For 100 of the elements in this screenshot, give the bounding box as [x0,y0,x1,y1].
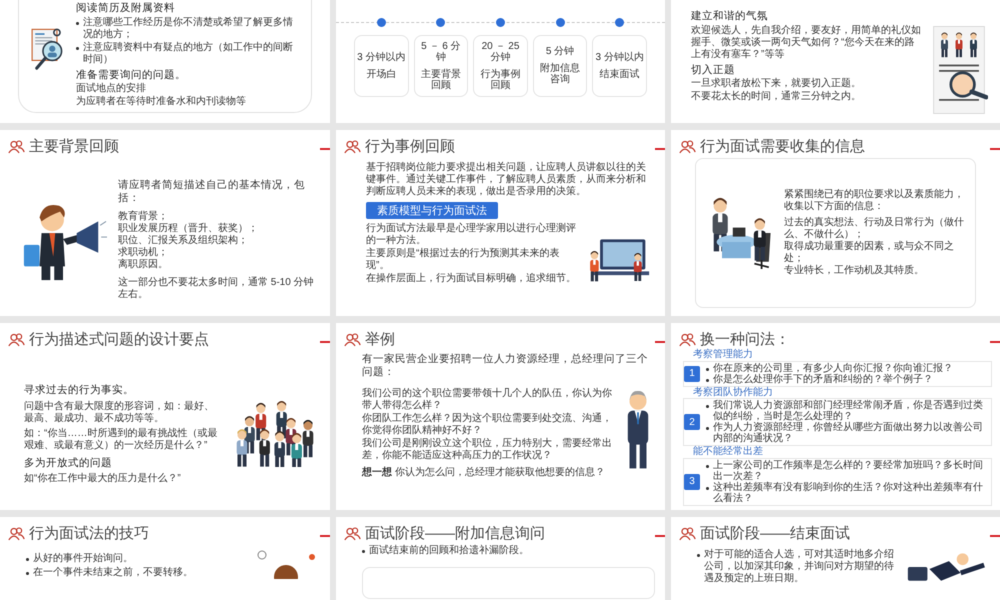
slide-title: 行为描述式问题的设计要点 [29,331,209,349]
paragraph: 为应聘者在等待时准备水和内刊读物等 [76,96,247,108]
paragraph: 如“你在工作中最大的压力是什么？” [24,473,182,486]
people-icon [679,333,696,347]
slide-thumbnail[interactable]: 建立和谐的气氛 欢迎候选人，先自我介绍，要友好，用简单的礼仪如握手、微笑或谈一两句天气如何？“您今天在来的路上有没有塞车？”等等 切入正题 一旦求职者放松下来，就要切入正题。 不要花太长的时间，通常三分钟之内。 [671,0,1000,123]
list-item: 教育背景； [118,211,169,222]
slide-thumbnail[interactable]: 行为面试需要收集的信息 紧紧围绕已有的职位要求以及素质能力，收集以下方面的信息： 过去的真实想法、行动及日常行为（做什么、不做什么）； 取得成功最重要的因素，或与众不同之处； 专业特长，工作动机及其特质。 [671,130,1000,316]
section-heading: 阅读简历及附属资料 [76,2,176,16]
slide-title: 面试阶段——结束面试 [700,525,850,543]
section-heading: 切入正题 [691,64,736,78]
section-heading: 准备需要询问的问题。 [76,68,187,82]
people-icon [8,333,25,347]
slide-thumbnail[interactable] [671,323,1000,510]
list-item: 职业发展历程（晋升、获奖）； [118,223,259,234]
paragraph: 一旦求职者放松下来，就要切入正题。 [691,78,862,90]
accent-bar [990,148,1000,150]
timeline-dot [436,18,446,27]
accent-bar [320,535,330,537]
list-item: 职位、汇报关系及组织架构； [118,235,249,246]
timeline-dot [556,18,565,27]
step-duration: 3 分钟以内 [596,52,644,64]
bullet-item: 我们常说人力资源部和部门经理经常闹矛盾，你是否遇到过类似的纠纷，当时是怎么处理的？ [706,400,989,422]
people-icon [8,527,25,541]
bullet-item: 注意应聘资料中有疑点的地方（如工作中的间断时间） [76,42,301,66]
paragraph: 面试地点的安排 [76,83,147,96]
slide-thumbnail[interactable]: 举例 有一家民营企业要招聘一位人力资源经理，总经理问了三个问题： 我们公司的这个职位需要带领十几个人的队伍，你认为你带人带得怎么样？ 你团队工作怎么样？因为这个职位需要到处交流、沟通，你觉得你团队精神好不好？ 我们公司是刚刚设立这个职位，压力特别大，需要经常出差，你能不能适应这种高压力的工作状况？ 想一想 你认为怎么问，总经理才能获取他想要的信息？ [336,323,665,510]
number-badge: 2 [684,414,700,430]
paragraph: 专业特长，工作动机及其特质。 [784,265,925,277]
bullet-item: 上一家公司的工作频率是怎么样的？要经常加班吗？多长时间出一次差？ [706,460,989,482]
slide-thumbnail[interactable]: 阅读简历及附属资料 注意哪些工作经历是你不清楚或希望了解更多情况的地方； 注意应聘资料中有疑点的地方（如工作中的间断时间） 准备需要询问的问题。 面试地点的安排 为应聘者在等待时准备水和内刊读物等 [0,0,330,123]
step-duration: 5 － 6 分钟 [420,40,462,64]
slide-title: 行为面试法的技巧 [29,525,149,543]
people-icon [679,140,696,154]
slide-thumbnail[interactable]: 行为面试法的技巧 从好的事件开始询问。 在一个事件未结束之前，不要转移。 [0,517,330,600]
accent-bar [990,341,1000,343]
paragraph: 基于招聘岗位能力要求提出相关问题，让应聘人员讲叙以往的关键事件。通过关键工作事件，了解应聘人员素质，从而来分析和判断应聘人员未来的表现，做出是否录用的决策。 [366,162,647,198]
bullet-item: 从好的事件开始询问。 [26,553,242,565]
slide-title: 行为面试需要收集的信息 [700,138,865,156]
section-heading: 考察团队协作能力 [693,386,774,398]
people-icon [344,140,361,154]
section-heading: 多为开放式的问题 [24,456,113,470]
paragraph: 如：“你当……时所遇到的最有挑战性（或最艰难、或最有意义）的一次经历是什么？” [24,428,218,452]
accent-bar [655,148,665,150]
slide-thumbnail[interactable]: 面试阶段——附加信息询问 面试结束前的回顾和拾遗补漏阶段。 [336,517,665,600]
paragraph: 你团队工作怎么样？因为这个职位需要到处交流、沟通，你觉得你团队精神好不好？ [362,413,613,438]
bullet-item: 面试结束前的回顾和拾遗补漏阶段。 [362,545,655,557]
people-icon [344,333,361,347]
paragraph: 欢迎候选人，先自我介绍，要友好，用简单的礼仪如握手、微笑或谈一两句天气如何？“您今天在来的路上有没有塞车？”等等 [691,24,922,61]
slide-thumbnail[interactable]: 行为事例回顾 基于招聘岗位能力要求提出相关问题，让应聘人员讲叙以往的关键事件。通过关键工作事件，了解应聘人员素质，从而来分析和判断应聘人员未来的表现，做出是否录用的决策。 素质模型与行为面试法 行为面试方法最早是心理学家用以进行心理测评的一种方法。 主要原则是“根据过去的行为预测其未来的表现”。 在操作层面上，行为面试目标明确，追求细节。 [336,130,665,316]
paragraph: 主要原则是“根据过去的行为预测其未来的表现”。 [366,248,560,272]
paragraph: 问题中含有最大限度的形容词，如：最好、最高、最成功、最不成功等等。 [24,400,215,424]
timeline-dot [376,18,386,27]
section-heading: 建立和谐的气氛 [691,10,769,24]
number-badge: 1 [684,366,700,382]
slide-thumbnail[interactable]: 行为描述式问题的设计要点 寻求过去的行为事实。 问题中含有最大限度的形容词，如：最好、最高、最成功、最不成功等等。 如：“你当……时所遇到的最有挑战性（或最艰难、或最有意义）的一次经历是什么？” 多为开放式的问题 如“你在工作中最大的压力是什么？” [0,323,330,510]
step-label: 开场白 [366,68,396,80]
bullet-item: 你是怎么处理你手下的矛盾和纠纷的？举个例子？ [706,374,989,384]
section-heading: 考察管理能力 [693,349,754,360]
bullet-item: 你在原来的公司里，有多少人向你汇报？你向谁汇报？ [706,362,989,374]
step-duration: 5 分钟 [546,46,574,58]
paragraph: 不要花太长的时间，通常三分钟之内。 [691,91,862,104]
paragraph: 这一部分也不要花太多时间，通常 5-10 分钟左右。 [118,277,315,302]
accent-bar [655,341,665,343]
paragraph: 取得成功最重要的因素，或与众不同之处； [784,241,955,264]
paragraph: 过去的真实想法、行动及日常行为（做什么、不做什么）； [784,217,965,240]
slide-thumbnail[interactable]: 面试阶段——结束面试 对于可能的适合人选，可对其适时地多介绍公司，以加深其印象，并询问对方期望的待遇及预定的上班日期。 [671,517,1000,600]
section-heading: 寻求过去的行为事实。 [24,384,135,398]
paragraph: 想一想 你认为怎么问，总经理才能获取他想要的信息？ [362,467,606,480]
slide-thumbnail[interactable]: 3 分钟以内 开场白 5 － 6 分钟 主要背景回顾 20 － 25 分钟 行为事例回顾 5 分钟 附加信息咨询 3 分钟以内 结束面试 [336,0,665,123]
slide-thumbnail[interactable]: 主要背景回顾 请应聘者简短描述自己的基本情况，包括： 教育背景； 职业发展历程（晋升、获奖）； 职位、汇报关系及组织架构； 求职动机； 离职原因。 这一部分也不要花太多时间，通常 5-10 分钟左右。 [0,130,330,316]
number-badge: 3 [684,474,700,490]
paragraph: 在操作层面上，行为面试目标明确，追求细节。 [366,273,577,285]
paragraph: 我们公司是刚刚设立这个职位，压力特别大，需要经常出差，你能不能适应这种高压力的工作状况？ [362,438,613,462]
slide-title: 换一种问法： [700,331,790,348]
step-label: 结束面试 [600,68,640,80]
slide-title: 举例 [365,331,395,349]
people-icon [679,527,696,541]
accent-bar [320,148,330,150]
bullet-item: 在一个事件未结束之前，不要转移。 [26,567,242,579]
section-banner: 素质模型与行为面试法 [366,202,498,219]
slide-title: 行为事例回顾 [365,138,455,156]
list-item: 离职原因。 [118,259,169,272]
slide-title: 主要背景回顾 [29,138,119,156]
timeline-dot [615,18,624,27]
slide-title: 面试阶段——附加信息询问 [365,525,545,543]
people-icon [344,527,361,541]
paragraph: 有一家民营企业要招聘一位人力资源经理，总经理问了三个问题： [362,353,649,380]
step-duration: 20 － 25 分钟 [480,40,520,64]
accent-bar [655,535,665,537]
step-duration: 3 分钟以内 [357,52,406,64]
paragraph: 紧紧围绕已有的职位要求以及素质能力，收集以下方面的信息： [784,189,965,213]
list-item: 求职动机； [118,247,169,258]
bullet-item: 注意哪些工作经历是你不清楚或希望了解更多情况的地方； [76,16,301,41]
timeline-dot [496,18,505,27]
step-label: 主要背景回顾 [420,68,462,92]
accent-bar [320,341,330,343]
accent-bar [990,535,1000,537]
step-label: 附加信息咨询 [539,62,582,86]
section-heading: 能不能经常出差 [693,446,764,458]
bullet-item: 对于可能的适合人选，可对其适时地多介绍公司，以加深其印象，并询问对方期望的待遇及预定的上班日期。 [697,549,894,585]
